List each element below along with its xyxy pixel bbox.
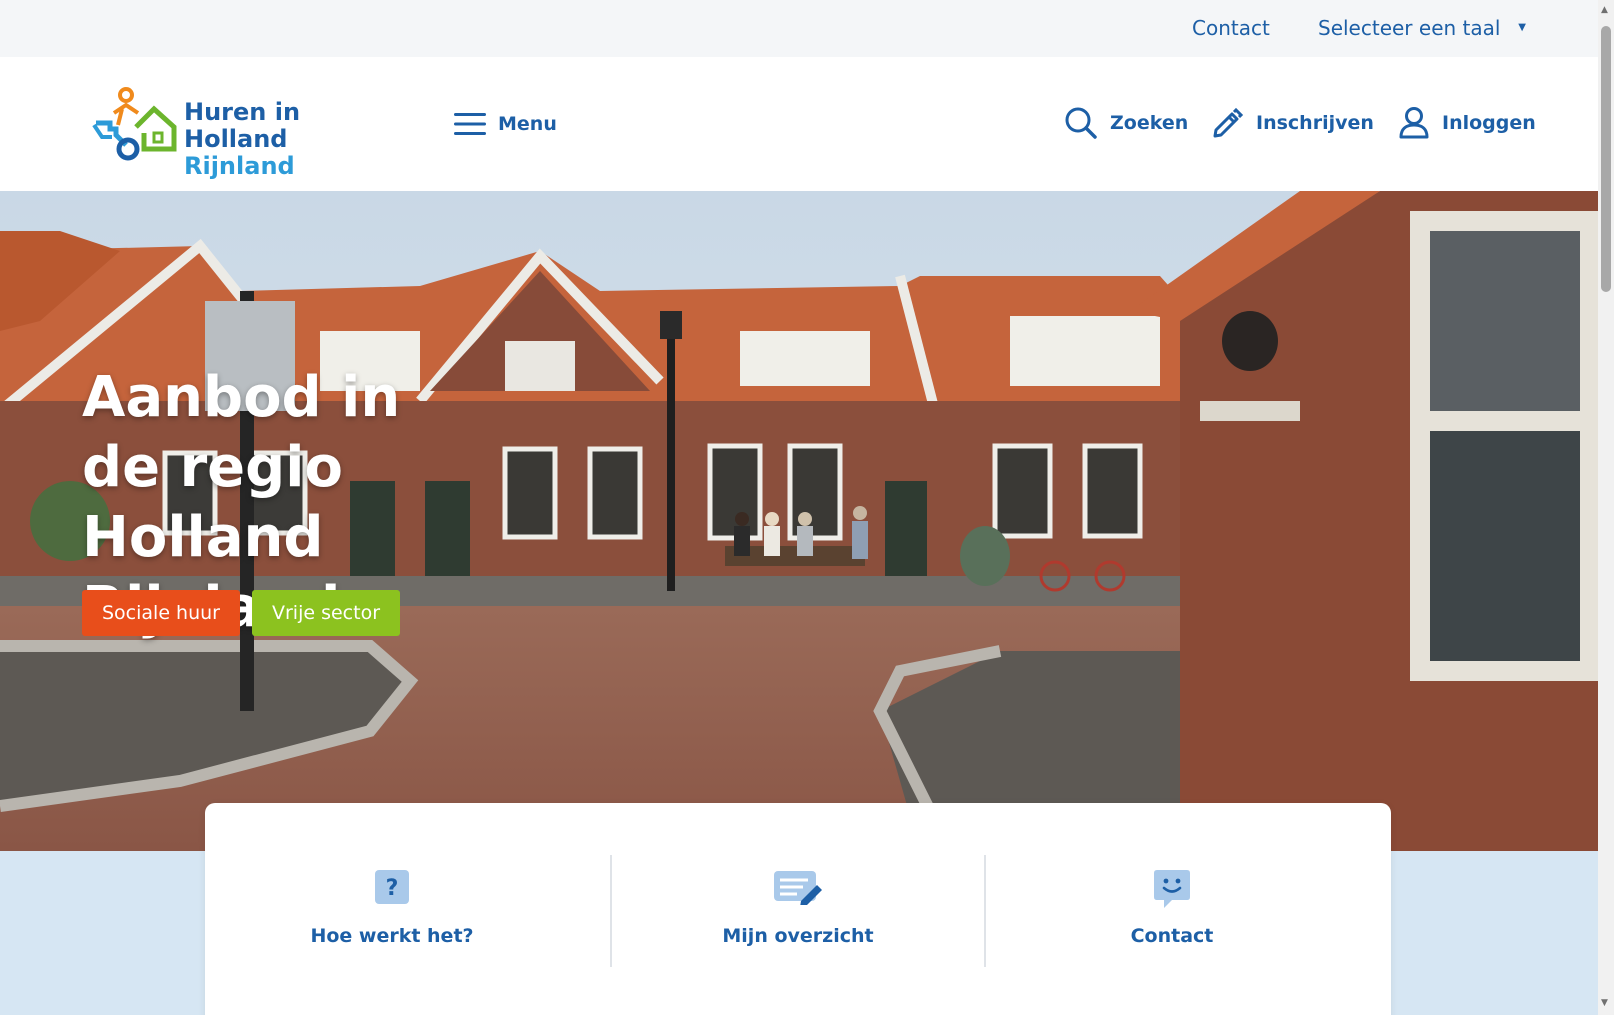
logo-line-1: Huren in	[184, 98, 301, 126]
login-label: Inloggen	[1442, 112, 1536, 134]
scrollbar-thumb[interactable]	[1601, 26, 1611, 292]
signup-button[interactable]: Inschrijven	[1210, 105, 1374, 141]
quicklink-label: Hoe werkt het?	[310, 925, 474, 947]
quicklink-label: Contact	[1130, 925, 1214, 947]
social-rent-button[interactable]: Sociale huur	[82, 590, 240, 636]
user-icon	[1399, 107, 1429, 139]
quicklink-contact[interactable]: Contact	[985, 803, 1359, 1003]
hero-banner: Aanbod in de regio Holland Rijnland Soci…	[0, 191, 1598, 851]
site-logo[interactable]: Huren in Holland Rijnland	[92, 87, 402, 180]
chevron-down-icon: ▼	[1518, 22, 1526, 33]
signup-label: Inschrijven	[1256, 112, 1374, 134]
search-icon	[1065, 107, 1097, 139]
top-contact-link[interactable]: Contact	[1192, 16, 1270, 40]
login-button[interactable]: Inloggen	[1398, 105, 1536, 141]
menu-button[interactable]: Menu	[454, 109, 557, 139]
logo-line-2: Holland Rijnland	[184, 126, 402, 180]
scroll-up-icon[interactable]: ▲	[1601, 5, 1608, 15]
language-select-label: Selecteer een taal	[1318, 16, 1501, 40]
pencil-icon	[1213, 107, 1244, 138]
site-header: Huren in Holland Rijnland Menu Zoeken In…	[0, 57, 1598, 191]
scroll-down-icon[interactable]: ▼	[1601, 998, 1608, 1008]
language-select[interactable]: Selecteer een taal ▼	[1318, 16, 1526, 40]
search-button[interactable]: Zoeken	[1064, 105, 1188, 141]
logo-word-rijnland: Rijnland	[184, 152, 295, 180]
hero-title-line-1: Aanbod in	[82, 365, 401, 430]
quicklinks-card: ? Hoe werkt het? Mijn overzicht Contact	[205, 803, 1391, 1015]
quicklink-my-overview[interactable]: Mijn overzicht	[611, 803, 985, 1003]
hamburger-icon	[454, 113, 486, 135]
page-scrollbar[interactable]: ▲ ▼	[1598, 0, 1614, 1015]
free-sector-button[interactable]: Vrije sector	[252, 590, 401, 636]
logo-word-holland: Holland	[184, 125, 288, 153]
search-label: Zoeken	[1110, 112, 1189, 134]
logo-text: Huren in Holland Rijnland	[184, 99, 402, 180]
quicklink-label: Mijn overzicht	[722, 925, 874, 947]
edit-document-icon	[774, 871, 822, 905]
logo-mark-icon	[92, 87, 177, 161]
menu-label: Menu	[498, 113, 557, 135]
hero-title-line-2: de regio Holland	[82, 435, 343, 570]
quicklink-how-it-works[interactable]: ? Hoe werkt het?	[205, 803, 579, 1003]
svg-text:?: ?	[386, 876, 399, 901]
utility-bar: Contact Selecteer een taal ▼	[0, 0, 1598, 57]
question-icon: ?	[375, 870, 409, 904]
chat-smiley-icon	[1154, 870, 1190, 908]
